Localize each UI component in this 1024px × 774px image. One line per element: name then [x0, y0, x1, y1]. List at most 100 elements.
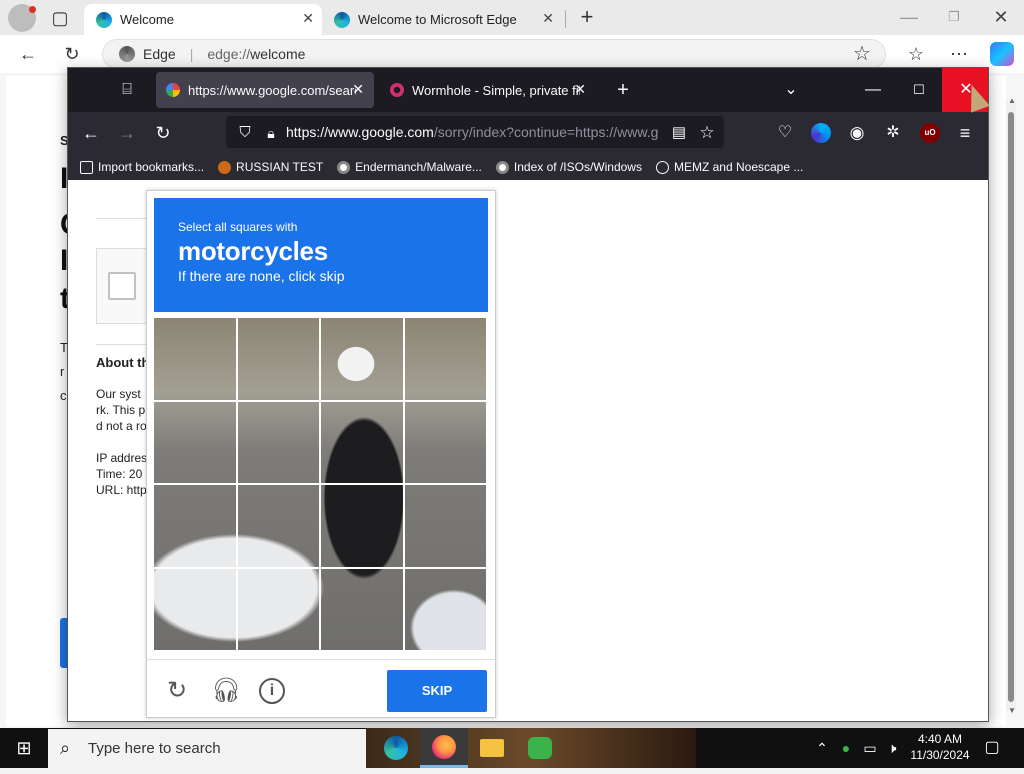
- window-close-icon[interactable]: ✕: [987, 3, 1015, 31]
- captcha-tile[interactable]: [404, 318, 488, 402]
- ublock-badge: uO: [924, 128, 936, 137]
- firefox-view-icon[interactable]: ⌸: [112, 75, 142, 105]
- lock-icon[interactable]: 🔒︎: [256, 118, 286, 148]
- captcha-tile[interactable]: [321, 318, 405, 402]
- firefox-tab-label: Wormhole - Simple, private file: [412, 82, 580, 98]
- captcha-tile[interactable]: [237, 568, 321, 652]
- volume-icon[interactable]: 🕨︎: [882, 738, 902, 758]
- edge-address-prefix: Edge: [143, 46, 176, 62]
- close-tab-icon[interactable]: ✕: [302, 10, 314, 27]
- captcha-tile[interactable]: [321, 401, 405, 485]
- captcha-tile[interactable]: [404, 485, 488, 569]
- clock-date: 11/30/2024: [910, 748, 970, 762]
- audio-challenge-icon[interactable]: 🎧︎: [211, 678, 241, 704]
- bookmark-endermanch[interactable]: Endermanch/Malware...: [337, 160, 482, 174]
- edge-address-bar[interactable]: Edge | edge://welcome: [102, 39, 886, 69]
- info-icon[interactable]: i: [259, 678, 285, 704]
- firefox-url-bar[interactable]: https://www.google.com/sorry/index?conti…: [226, 116, 724, 148]
- maximize-icon[interactable]: ☐: [896, 68, 942, 112]
- copilot-icon[interactable]: [990, 42, 1014, 66]
- back-arrow-icon[interactable]: ←: [14, 40, 42, 68]
- account-icon[interactable]: ◉: [842, 118, 872, 148]
- captcha-tile[interactable]: [154, 485, 238, 569]
- bookmark-label: Endermanch/Malware...: [355, 160, 482, 174]
- divider: [96, 344, 146, 345]
- page-scrollbar-track[interactable]: [976, 180, 988, 721]
- captcha-tile[interactable]: [154, 568, 238, 652]
- address-separator: |: [189, 46, 194, 62]
- google-favicon-icon: [166, 83, 180, 97]
- import-icon: [80, 160, 93, 174]
- edge-tab-welcome[interactable]: Welcome ✕: [84, 4, 322, 35]
- captcha-tile[interactable]: [321, 568, 405, 652]
- close-tab-icon[interactable]: ✕: [574, 81, 586, 98]
- hamburger-menu-icon[interactable]: ≡: [950, 118, 980, 148]
- close-tab-icon[interactable]: ✕: [352, 81, 364, 98]
- edge-tab-welcome-edge[interactable]: Welcome to Microsoft Edge ✕: [326, 4, 562, 35]
- ublock-icon[interactable]: uO: [920, 123, 940, 143]
- more-menu-icon[interactable]: ⋯: [945, 40, 973, 68]
- firefox-tab-wormhole[interactable]: Wormhole - Simple, private file ✕: [380, 72, 596, 108]
- ip-fragment: IP addres: [96, 451, 148, 465]
- bookmark-russian-test[interactable]: RUSSIAN TEST: [218, 160, 323, 174]
- show-hidden-icons-icon[interactable]: ⌃: [812, 738, 832, 758]
- network-icon[interactable]: ▭: [860, 738, 880, 758]
- taskbar-file-explorer-icon[interactable]: [468, 728, 516, 768]
- captcha-tile[interactable]: [237, 401, 321, 485]
- tray-app-icon[interactable]: ●: [836, 738, 856, 758]
- extensions-icon[interactable]: ✲: [878, 118, 908, 148]
- scroll-down-icon[interactable]: ▼: [1008, 706, 1016, 715]
- edge-logo-icon: [334, 11, 350, 28]
- bookmark-memz[interactable]: MEMZ and Noescape ...: [655, 160, 804, 174]
- restore-icon[interactable]: ❐: [940, 3, 968, 31]
- recaptcha-checkbox[interactable]: [108, 272, 136, 300]
- new-tab-icon[interactable]: +: [573, 3, 601, 31]
- captcha-tile[interactable]: [321, 485, 405, 569]
- captcha-tile[interactable]: [237, 318, 321, 402]
- edge-url-scheme: edge://: [207, 46, 251, 62]
- captcha-tile[interactable]: [154, 318, 238, 402]
- search-placeholder: Type here to search: [88, 740, 221, 757]
- taskbar-app-icon[interactable]: [516, 728, 564, 768]
- reload-icon[interactable]: ↻: [148, 118, 178, 148]
- forward-arrow-icon[interactable]: →: [112, 118, 142, 148]
- refresh-icon[interactable]: ↻: [58, 40, 86, 68]
- bookmarks-toolbar: Import bookmarks... RUSSIAN TEST Enderma…: [68, 154, 988, 180]
- start-windows-icon[interactable]: ⊞: [0, 728, 48, 768]
- bookmark-import[interactable]: Import bookmarks...: [80, 160, 204, 174]
- list-all-tabs-icon[interactable]: ⌄: [768, 68, 814, 112]
- taskbar-edge-icon[interactable]: [372, 728, 420, 768]
- bookmark-star-icon[interactable]: ☆: [692, 118, 722, 148]
- taskbar-clock[interactable]: 4:40 AM 11/30/2024: [900, 731, 980, 763]
- skip-button[interactable]: SKIP: [387, 670, 487, 712]
- url-fragment: URL: http: [96, 483, 147, 497]
- back-arrow-icon[interactable]: ←: [76, 118, 106, 148]
- new-tab-icon[interactable]: +: [608, 75, 638, 105]
- recaptcha-challenge: Select all squares with motorcycles If t…: [146, 190, 496, 718]
- edge-site-icon: [119, 46, 135, 62]
- about-heading: About th: [96, 355, 150, 370]
- scroll-up-icon[interactable]: ▲: [1008, 96, 1016, 105]
- favorites-list-icon[interactable]: ☆: [902, 40, 930, 68]
- captcha-tile[interactable]: [237, 485, 321, 569]
- taskbar-search[interactable]: ⌕ Type here to search: [48, 729, 366, 768]
- bookmark-label: MEMZ and Noescape ...: [673, 160, 804, 174]
- minimize-icon[interactable]: —: [895, 3, 923, 31]
- favorite-star-icon[interactable]: ☆: [848, 40, 876, 68]
- firefox-tab-google[interactable]: https://www.google.com/search ✕: [156, 72, 374, 108]
- captcha-tile[interactable]: [404, 401, 488, 485]
- edge-scrollbar-thumb[interactable]: [1008, 112, 1014, 702]
- minimize-icon[interactable]: —: [850, 68, 896, 112]
- captcha-tile[interactable]: [404, 568, 488, 652]
- taskbar-firefox-icon[interactable]: [420, 728, 468, 768]
- bookmark-isos[interactable]: Index of /ISOs/Windows: [495, 160, 642, 174]
- tab-actions-icon[interactable]: ▢: [46, 4, 74, 32]
- reader-view-icon[interactable]: ▤: [664, 118, 694, 148]
- pocket-icon[interactable]: ♡: [770, 118, 800, 148]
- vpn-icon[interactable]: [811, 123, 831, 143]
- notifications-icon[interactable]: ▢: [982, 738, 1002, 758]
- close-tab-icon[interactable]: ✕: [542, 10, 554, 27]
- captcha-tile[interactable]: [154, 401, 238, 485]
- reload-challenge-icon[interactable]: ↻: [164, 678, 190, 704]
- url-host: https://www.google.com: [286, 124, 434, 140]
